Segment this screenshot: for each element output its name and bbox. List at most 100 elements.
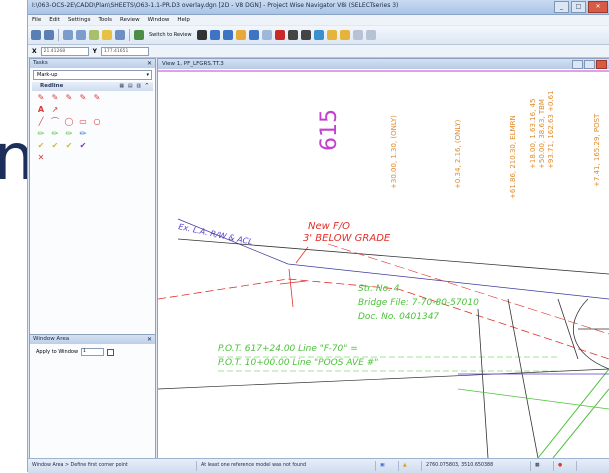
blue-pen-icon[interactable]: ✏ xyxy=(78,129,88,138)
folder-icon[interactable] xyxy=(102,30,112,40)
menu-help[interactable]: Help xyxy=(177,17,190,23)
station-annotation-4: +18.00, 1.63.16, 45 xyxy=(529,99,537,169)
redline-delete-icon[interactable]: ✎ xyxy=(92,93,102,102)
drawing-canvas[interactable]: 615 +30.00, 1.30, (ONLY) +0.34, 2.16, (O… xyxy=(158,69,609,458)
line-tool-icon[interactable]: ╱ xyxy=(36,117,46,126)
x-coordinate-field[interactable]: 21.41268 xyxy=(40,46,89,56)
apply-to-window-label: Apply to Window xyxy=(36,349,79,355)
menu-edit[interactable]: Edit xyxy=(49,17,60,23)
tool-row-1: ✎ ✎ ✎ ✎ ✎ xyxy=(36,92,149,103)
station-annotation-2: +0.34, 2.16, (ONLY) xyxy=(454,119,462,189)
text-edit-icon[interactable]: ↗ xyxy=(50,105,60,114)
back-icon[interactable] xyxy=(31,30,41,40)
pot-line-1: P.O.T. 617+24.00 Line "F-70" = xyxy=(218,344,358,354)
window-controls: _ □ ✕ xyxy=(554,1,608,13)
text-tool-icon[interactable]: A xyxy=(36,105,46,114)
cloud-tool-icon[interactable]: ◯ xyxy=(64,117,74,126)
view-close-button[interactable] xyxy=(596,60,607,69)
highlighter-check-icon[interactable]: ✔ xyxy=(36,141,46,150)
panel-close-icon[interactable]: ✕ xyxy=(147,335,152,344)
status-bar: Window Area > Define first corner point … xyxy=(28,458,609,473)
close-button[interactable]: ✕ xyxy=(588,1,608,13)
forward-icon[interactable] xyxy=(44,30,54,40)
zoom-icon[interactable] xyxy=(222,30,233,40)
panel-close-icon[interactable]: ✕ xyxy=(147,59,152,68)
info-icon[interactable] xyxy=(76,30,86,40)
green-pen-icon[interactable]: ✏ xyxy=(64,129,74,138)
tool-row-3: ╱ ⌒ ◯ ▭ ○ xyxy=(36,116,149,127)
green-pen-icon[interactable]: ✏ xyxy=(36,129,46,138)
circle-tool-icon[interactable]: ○ xyxy=(92,117,102,126)
redline-note-2: 3' BELOW GRADE xyxy=(303,233,391,244)
menu-file[interactable]: File xyxy=(32,17,41,23)
section-view-controls[interactable]: ▦ ▤ ▥ ^ xyxy=(119,82,150,91)
view-window: View 1, PF_LFGRS.TT.3 615 +30.00, 1.30, … xyxy=(157,58,609,459)
line-style-icon[interactable] xyxy=(287,30,298,40)
station-number: 615 xyxy=(317,109,342,151)
redline-copy-icon[interactable]: ✎ xyxy=(50,93,60,102)
review-icon[interactable] xyxy=(134,30,144,40)
tool-row-5: ✔ ✔ ✔ ✔ xyxy=(36,140,149,151)
maximize-button[interactable]: □ xyxy=(571,1,586,13)
toolbar-separator xyxy=(58,29,59,41)
highlighter-check-icon[interactable]: ✔ xyxy=(64,141,74,150)
tool-row-2: A ↗ xyxy=(36,104,149,115)
warning-icon[interactable]: ▲ xyxy=(399,461,422,471)
polyline-tool-icon[interactable]: ⌒ xyxy=(50,116,60,127)
level-icon[interactable] xyxy=(313,30,324,40)
title-bar: I:\063-OCS-2E\CADD\Plan\SHEETS\O63-1.1-P… xyxy=(28,0,609,15)
grid-icon[interactable]: ▦ xyxy=(531,461,554,471)
bridge-file: Bridge File: 7-70-80-57010 xyxy=(358,298,479,308)
lock-icon[interactable]: ▣ xyxy=(376,461,399,471)
fit-icon[interactable] xyxy=(235,30,246,40)
open-icon[interactable] xyxy=(63,30,73,40)
redline-section-header[interactable]: Redline ▦ ▤ ▥ ^ xyxy=(32,82,153,91)
layers-icon[interactable] xyxy=(339,30,350,40)
measure-icon[interactable] xyxy=(261,30,272,40)
station-annotation-3: +61.86, 210.30, ELMRN xyxy=(509,115,517,199)
highlighter-check-icon[interactable]: ✔ xyxy=(78,141,88,150)
window-area-panel: Window Area ✕ Apply to Window 1 xyxy=(29,334,156,459)
menu-review[interactable]: Review xyxy=(120,17,140,23)
alert-icon[interactable]: ● xyxy=(554,461,577,471)
pointer-icon[interactable] xyxy=(196,30,207,40)
view-icon[interactable] xyxy=(115,30,125,40)
minimize-button[interactable]: _ xyxy=(554,1,569,13)
view-maximize-button[interactable] xyxy=(584,60,595,69)
green-pen-icon[interactable]: ✏ xyxy=(50,129,60,138)
switch-to-review-button[interactable]: Switch to Review xyxy=(149,32,192,38)
status-coordinates: 2760.075803, 3510.650388 xyxy=(422,461,531,471)
y-coordinate-field[interactable]: 177.41651 xyxy=(101,46,149,56)
app-window: I:\063-OCS-2E\CADD\Plan\SHEETS\O63-1.1-P… xyxy=(27,0,609,473)
redline-note-1: New F/O xyxy=(308,221,350,232)
window-title: I:\063-OCS-2E\CADD\Plan\SHEETS\O63-1.1-P… xyxy=(32,2,399,9)
redline-move-icon[interactable]: ✎ xyxy=(64,93,74,102)
edit-icon[interactable] xyxy=(89,30,99,40)
tasks-title: Tasks xyxy=(33,60,48,66)
menu-tools[interactable]: Tools xyxy=(98,17,112,23)
redline-place-icon[interactable]: ✎ xyxy=(36,93,46,102)
menu-bar: File Edit Settings Tools Review Window H… xyxy=(28,15,609,25)
redline-modify-icon[interactable]: ✎ xyxy=(78,93,88,102)
settings-icon[interactable] xyxy=(352,30,363,40)
redline-section-title: Redline xyxy=(40,83,64,89)
task-selector[interactable]: Mark-up ▾ xyxy=(33,70,152,80)
delete-markup-icon[interactable]: ✕ xyxy=(36,153,46,162)
highlighter-check-icon[interactable]: ✔ xyxy=(50,141,60,150)
color-icon[interactable] xyxy=(274,30,285,40)
line-weight-icon[interactable] xyxy=(300,30,311,40)
status-message: At least one reference model was not fou… xyxy=(197,461,376,471)
view-title-bar: View 1, PF_LFGRS.TT.3 xyxy=(158,59,609,69)
apply-to-window-select[interactable]: 1 xyxy=(81,348,105,356)
close-view-icon[interactable] xyxy=(365,30,376,40)
rotate-icon[interactable] xyxy=(209,30,220,40)
rectangle-tool-icon[interactable]: ▭ xyxy=(78,117,88,126)
window-area-icon[interactable] xyxy=(248,30,259,40)
menu-window[interactable]: Window xyxy=(148,17,170,23)
print-icon[interactable] xyxy=(326,30,337,40)
main-toolbar: Switch to Review xyxy=(28,26,609,45)
view-minimize-button[interactable] xyxy=(572,60,583,69)
menu-settings[interactable]: Settings xyxy=(68,17,91,23)
station-annotation-7: +7.41, 165.29, POST xyxy=(593,113,601,187)
apply-checkbox[interactable] xyxy=(107,348,115,356)
